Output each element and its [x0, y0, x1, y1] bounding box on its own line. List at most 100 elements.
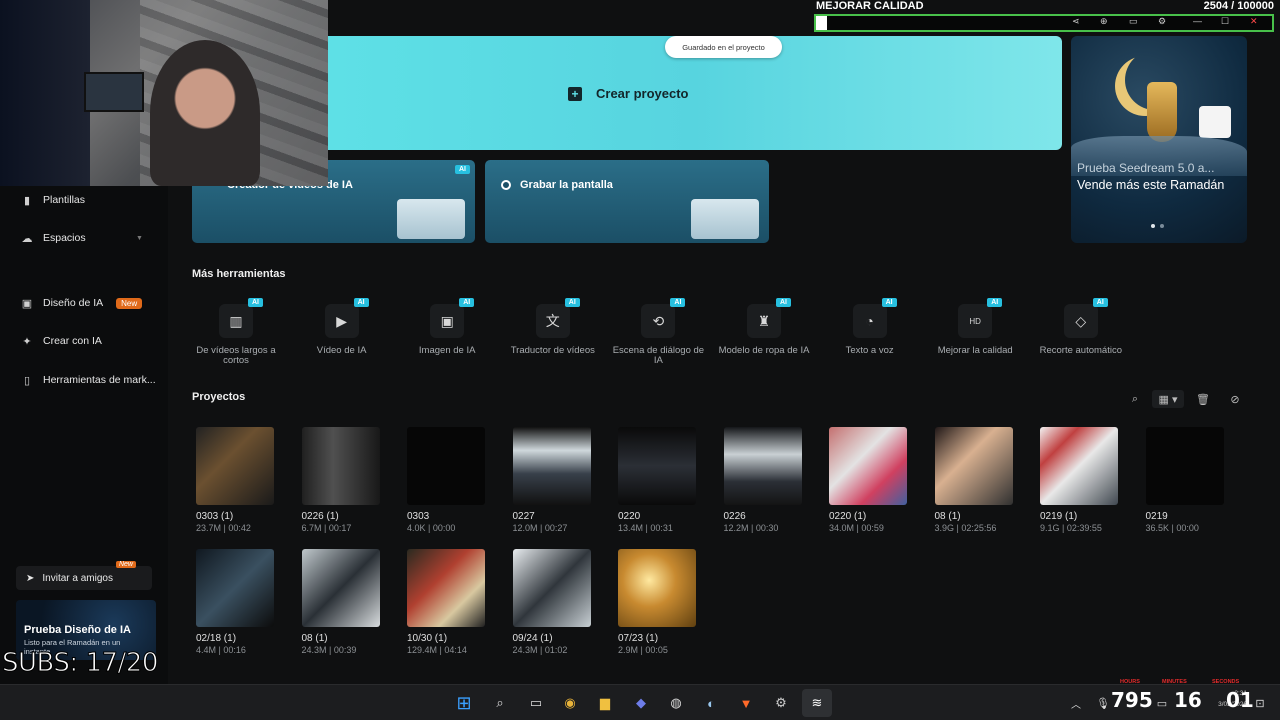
- project-tile[interactable]: 09/24 (1) 24.3M | 01:02: [512, 549, 593, 655]
- project-tile[interactable]: 0219 36.5K | 00:00: [1145, 427, 1226, 533]
- app-icon[interactable]: ◆: [631, 693, 651, 713]
- invite-friends-button[interactable]: ➤ Invitar a amigos New: [16, 561, 152, 590]
- tool-glyph: HD: [969, 316, 981, 326]
- project-tile[interactable]: 0226 12.2M | 00:30: [723, 427, 804, 533]
- project-meta: 9.1G | 02:39:55: [1040, 523, 1102, 533]
- project-tile[interactable]: 0303 4.0K | 00:00: [407, 427, 487, 533]
- game-icon[interactable]: ◍: [666, 693, 686, 713]
- project-thumbnail[interactable]: [407, 549, 485, 627]
- monitor-icon[interactable]: ▭: [1152, 693, 1172, 713]
- saved-toast: Guardado en el proyecto: [665, 36, 782, 58]
- subs-counter: SUBS: 17/20: [2, 648, 159, 679]
- sidebar-item-label: Diseño de IA: [43, 297, 104, 309]
- file-explorer-icon[interactable]: ▆: [595, 693, 615, 713]
- ai-badge: AI: [455, 165, 470, 174]
- chrome-icon[interactable]: ◉: [560, 693, 580, 713]
- tool-voice[interactable]: ◔ AI Texto a voz: [820, 298, 920, 356]
- project-tile[interactable]: 0226 (1) 6.7M | 00:17: [301, 427, 382, 533]
- project-tile[interactable]: 07/23 (1) 2.9M | 00:05: [618, 549, 698, 655]
- promo-carousel[interactable]: Prueba Seedream 5.0 a... Vende más este …: [1071, 36, 1247, 243]
- view-toggle-button[interactable]: ▦ ▾: [1152, 390, 1184, 408]
- project-thumbnail[interactable]: [196, 549, 274, 627]
- sidebar-item-marketing[interactable]: ▯ Herramientas de mark...: [20, 370, 156, 390]
- project-thumbnail[interactable]: [1040, 427, 1118, 505]
- dialog-scene-icon: ⟲ AI: [641, 298, 686, 338]
- project-name: 0219: [1145, 511, 1168, 522]
- project-tile[interactable]: 10/30 (1) 129.4M | 04:14: [407, 549, 487, 655]
- more-tools-title: Más herramientas: [192, 268, 286, 280]
- project-tile[interactable]: 0219 (1) 9.1G | 02:39:55: [1040, 427, 1120, 533]
- screen-record-card[interactable]: Grabar la pantalla: [485, 160, 769, 243]
- carousel-dots[interactable]: [1151, 224, 1164, 228]
- create-project-button[interactable]: + Crear proyecto: [568, 86, 688, 101]
- project-thumbnail[interactable]: [512, 427, 591, 505]
- minimize-icon[interactable]: —: [1193, 16, 1202, 26]
- project-meta: 3.9G | 02:25:56: [934, 523, 997, 533]
- project-tile[interactable]: 0220 (1) 34.0M | 00:59: [829, 427, 909, 533]
- promo-line-2: Vende más este Ramadán: [1077, 178, 1225, 192]
- chevron-up-icon[interactable]: ︿: [1066, 693, 1086, 713]
- tool-image-ai[interactable]: ▣ AI Imagen de IA: [397, 298, 497, 356]
- project-thumbnail[interactable]: [829, 427, 907, 505]
- chevron-down-icon[interactable]: ▼: [136, 235, 143, 242]
- steam-icon[interactable]: ◐: [701, 693, 721, 713]
- hud-label-hours: HOURS: [1120, 679, 1140, 685]
- feedback-icon[interactable]: ▭: [1129, 16, 1138, 27]
- tool-video-ai[interactable]: ▶ AI Vídeo de IA: [292, 298, 392, 356]
- capcut-icon[interactable]: ≋: [807, 693, 827, 713]
- project-thumbnail[interactable]: [1145, 427, 1224, 505]
- trash-icon[interactable]: 🗑: [1192, 390, 1214, 408]
- project-name: 08 (1): [934, 511, 961, 522]
- project-tile[interactable]: 0227 12.0M | 00:27: [512, 427, 593, 533]
- share-icon[interactable]: ⋖: [1072, 16, 1080, 27]
- project-thumbnail[interactable]: [934, 427, 1013, 505]
- settings-icon[interactable]: ⚙: [771, 693, 791, 713]
- project-tile[interactable]: 08 (1) 24.3M | 00:39: [301, 549, 382, 655]
- sidebar-item-label: Espacios: [43, 232, 86, 244]
- project-thumbnail[interactable]: [407, 427, 485, 505]
- brave-icon[interactable]: ▼: [736, 693, 756, 713]
- project-thumbnail[interactable]: [301, 549, 380, 627]
- sidebar-item-diseno-ia[interactable]: ▣ Diseño de IA New: [20, 293, 143, 313]
- project-tile[interactable]: 08 (1) 3.9G | 02:25:56: [934, 427, 1015, 533]
- tool-film[interactable]: ▥ AI De vídeos largos a cortos: [186, 298, 286, 366]
- tool-translate[interactable]: 文 AI Traductor de vídeos: [503, 298, 603, 356]
- mic-icon[interactable]: 🎙: [1093, 693, 1113, 713]
- tool-eraser[interactable]: ◇ AI Recorte automático: [1031, 298, 1131, 356]
- project-meta: 34.0M | 00:59: [829, 523, 884, 533]
- search-icon[interactable]: ⌕: [1124, 390, 1146, 408]
- project-thumbnail[interactable]: [512, 549, 591, 627]
- task-view-icon[interactable]: ▭: [526, 693, 546, 713]
- sidebar-item-label: Plantillas: [43, 194, 86, 206]
- project-thumbnail[interactable]: [301, 427, 380, 505]
- project-meta: 36.5K | 00:00: [1145, 523, 1199, 533]
- tool-dialog-scene[interactable]: ⟲ AI Escena de diálogo de IA: [608, 298, 708, 366]
- project-thumbnail[interactable]: [618, 549, 696, 627]
- carousel-dot[interactable]: [1160, 224, 1164, 228]
- upload-icon[interactable]: ⊕: [1100, 16, 1108, 27]
- cloud-off-icon[interactable]: ⊘: [1224, 390, 1246, 408]
- carousel-dot[interactable]: [1151, 224, 1155, 228]
- project-thumbnail[interactable]: [618, 427, 696, 505]
- promo-line-1: Prueba Seedream 5.0 a...: [1077, 161, 1215, 175]
- project-tile[interactable]: 02/18 (1) 4.4M | 00:16: [196, 549, 276, 655]
- project-tile[interactable]: 0220 13.4M | 00:31: [618, 427, 698, 533]
- sidebar-item-crear-ia[interactable]: ✦ Crear con IA: [20, 331, 102, 351]
- search-icon[interactable]: ⌕: [490, 693, 510, 713]
- project-name: 0303: [407, 511, 430, 522]
- sidebar-item-plantillas[interactable]: ▮ Plantillas: [20, 190, 85, 210]
- settings-icon[interactable]: ⚙: [1158, 16, 1166, 27]
- close-icon[interactable]: ✕: [1250, 16, 1258, 27]
- project-thumbnail[interactable]: [723, 427, 802, 505]
- sidebar-item-espacios[interactable]: ☁ Espacios: [20, 228, 86, 248]
- tool-shirt[interactable]: ♜ AI Modelo de ropa de IA: [714, 298, 814, 356]
- tool-glyph: 文: [545, 313, 560, 329]
- project-tile[interactable]: 0303 (1) 23.7M | 00:42: [196, 427, 276, 533]
- tool-glyph: ▣: [440, 312, 454, 329]
- project-thumbnail[interactable]: [196, 427, 274, 505]
- maximize-icon[interactable]: ☐: [1221, 16, 1229, 27]
- new-badge: New: [116, 297, 143, 309]
- tool-glyph: ▥: [229, 312, 243, 329]
- windows-start-icon[interactable]: ⊞: [454, 693, 474, 713]
- tool-hd[interactable]: HD AI Mejorar la calidad: [925, 298, 1025, 356]
